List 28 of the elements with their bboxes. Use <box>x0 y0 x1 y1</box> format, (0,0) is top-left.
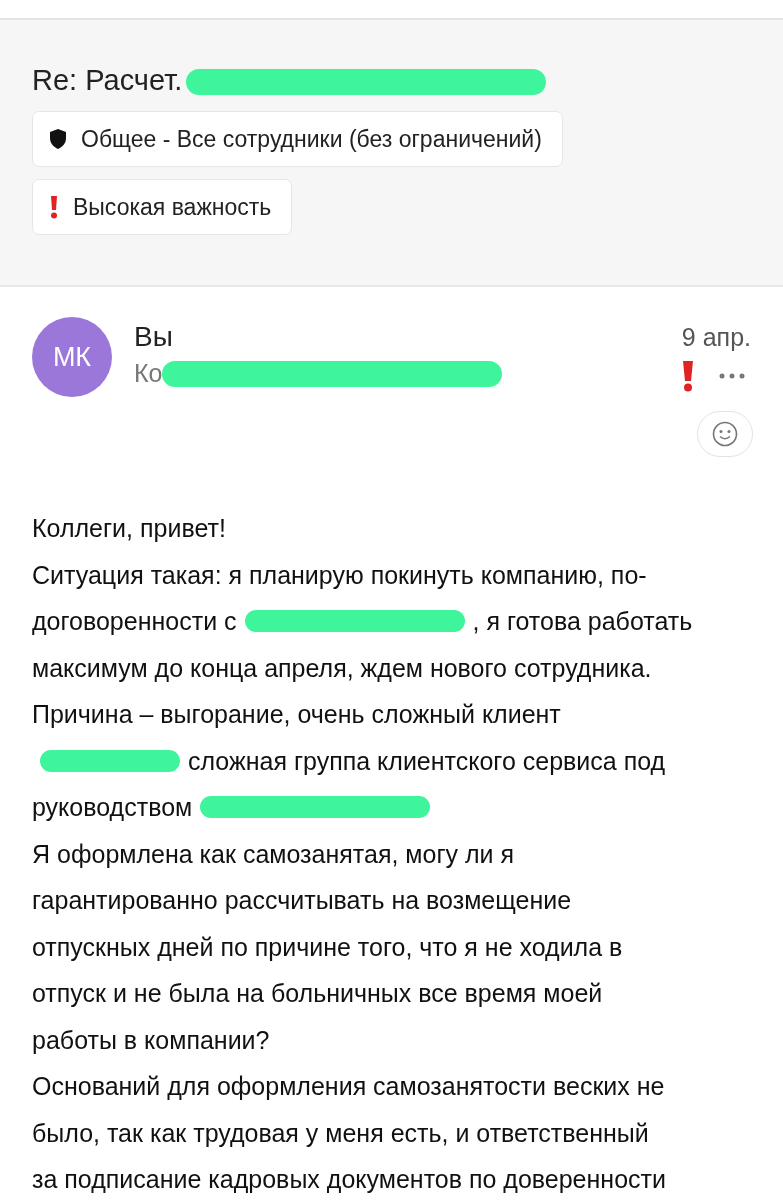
body-text: отпускных дней по причине того, что я не ходила в <box>32 931 623 963</box>
exclamation-icon <box>49 195 59 219</box>
more-icon[interactable] <box>719 373 745 379</box>
body-text: сложная группа клиентского сервиса под <box>188 745 666 777</box>
body-text: Оснований для оформления самозанятости веских не <box>32 1071 665 1102</box>
body-text: договоренности с <box>32 606 237 637</box>
message-date: 9 апр. <box>681 322 751 352</box>
sender-name: Вы <box>134 321 174 353</box>
chip-label: Высокая важность <box>73 193 272 221</box>
body-text: отпуск и не была на больничных все время моей <box>32 978 603 1009</box>
body-text: за подписание кадровых документов по доверенности <box>32 1164 666 1195</box>
shield-icon <box>49 128 67 150</box>
body-text: максимум до конца апреля, ждем нового сотрудника. <box>32 652 652 684</box>
body-text: было, так как трудовая у меня есть, и ответственный <box>32 1117 649 1149</box>
body-text: Причина – выгорание, очень сложный клиент <box>32 699 561 730</box>
email-subject: Re: Расчет. <box>32 64 183 97</box>
body-text: Ситуация такая: я планирую покинуть компанию, по- <box>32 559 647 591</box>
body-text: , я готова работать <box>472 606 693 637</box>
body-text: Коллеги, привет! <box>32 513 226 544</box>
smiley-icon <box>712 421 738 447</box>
avatar: МК <box>32 317 112 397</box>
reaction-button[interactable] <box>697 411 753 457</box>
chip-label: Общее - Все сотрудники (без ограничений) <box>81 125 542 153</box>
body-text: Я оформлена как самозанятая, могу ли я <box>32 838 514 870</box>
recipient-text: Ко <box>134 359 163 388</box>
body-text: гарантированно рассчитывать на возмещение <box>32 885 572 916</box>
body-text: работы в компании? <box>32 1024 270 1056</box>
body-text: руководством <box>32 792 193 823</box>
